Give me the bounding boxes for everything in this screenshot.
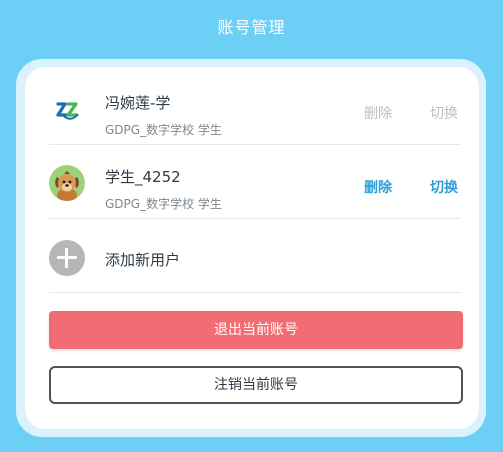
account-school: GDPG_数字学校 学生 <box>105 197 222 211</box>
delete-button[interactable]: 删除 <box>364 177 392 197</box>
divider <box>49 292 461 293</box>
page-title: 账号管理 <box>217 18 286 37</box>
account-name: 冯婉莲-学 <box>105 94 171 112</box>
add-user-row[interactable]: 添加新用户 <box>25 219 479 293</box>
add-user-label: 添加新用户 <box>105 251 181 269</box>
account-row-1[interactable]: 冯婉莲-学 GDPG_数字学校 学生 删除 切换 <box>25 71 479 145</box>
switch-button[interactable]: 切换 <box>430 177 458 197</box>
account-panel: 冯婉莲-学 GDPG_数字学校 学生 删除 切换 学生_4252 GDPG_数字… <box>25 67 479 429</box>
school-logo-icon <box>49 91 85 127</box>
dog-avatar-icon <box>49 165 85 201</box>
account-school: GDPG_数字学校 学生 <box>105 123 222 137</box>
delete-button[interactable]: 删除 <box>364 103 392 123</box>
account-name: 学生_4252 <box>105 168 181 186</box>
plus-circle-icon <box>49 240 85 276</box>
account-row-2[interactable]: 学生_4252 GDPG_数字学校 学生 删除 切换 <box>25 145 479 219</box>
logout-button[interactable]: 退出当前账号 <box>49 311 463 349</box>
switch-button[interactable]: 切换 <box>430 103 458 123</box>
deregister-button[interactable]: 注销当前账号 <box>49 366 463 404</box>
